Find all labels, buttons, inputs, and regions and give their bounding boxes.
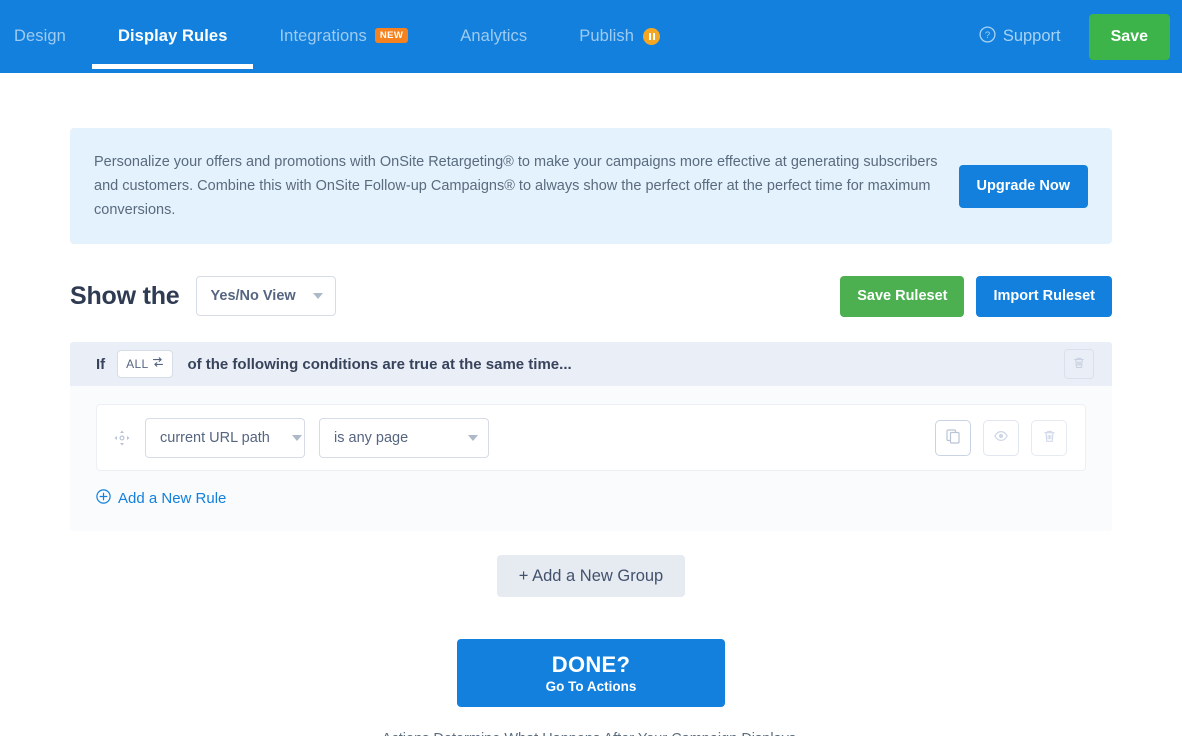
page-title: Show the bbox=[70, 281, 180, 310]
tab-publish-label: Publish bbox=[579, 27, 635, 45]
chevron-down-icon bbox=[312, 293, 323, 299]
import-ruleset-button[interactable]: Import Ruleset bbox=[976, 275, 1112, 317]
tab-integrations[interactable]: Integrations NEW bbox=[253, 0, 434, 73]
condition-description: of the following conditions are true at … bbox=[187, 355, 572, 373]
question-circle-icon: ? bbox=[979, 25, 1003, 48]
upgrade-banner: Personalize your offers and promotions w… bbox=[70, 128, 1112, 244]
add-new-group-button[interactable]: + Add a New Group bbox=[496, 555, 686, 597]
condition-group-body: current URL path is any page Add a New R… bbox=[70, 386, 1112, 531]
done-section: DONE? Go To Actions Actions Determine Wh… bbox=[70, 639, 1112, 736]
condition-group-header: If ALL of the following conditions are t… bbox=[70, 342, 1112, 386]
move-arrows-icon[interactable] bbox=[111, 427, 133, 449]
chevron-down-icon bbox=[291, 434, 302, 441]
support-label: Support bbox=[1002, 27, 1061, 45]
add-new-rule-label: Add a New Rule bbox=[118, 490, 227, 507]
nav-tabs: Design Display Rules Integrations NEW An… bbox=[0, 0, 686, 73]
all-any-toggle-label: ALL bbox=[126, 357, 149, 371]
condition-group: If ALL of the following conditions are t… bbox=[70, 342, 1112, 531]
swap-arrows-icon bbox=[152, 355, 164, 373]
show-the-row: Show the Yes/No View Save Ruleset Import… bbox=[70, 271, 1112, 321]
duplicate-rule-button[interactable] bbox=[935, 419, 971, 456]
trash-icon bbox=[1072, 356, 1086, 373]
trash-icon bbox=[1042, 429, 1057, 447]
copy-icon bbox=[945, 428, 961, 447]
upgrade-now-button[interactable]: Upgrade Now bbox=[958, 164, 1088, 208]
if-label: If bbox=[96, 355, 106, 373]
tab-publish[interactable]: Publish bbox=[553, 0, 686, 73]
done-main-label: DONE? bbox=[551, 652, 631, 677]
new-badge: NEW bbox=[374, 28, 409, 43]
save-button[interactable]: Save bbox=[1088, 13, 1170, 60]
view-type-select-value: Yes/No View bbox=[210, 288, 296, 304]
add-new-rule-link[interactable]: Add a New Rule bbox=[96, 489, 226, 508]
top-bar-actions: ? Support Save bbox=[979, 0, 1182, 73]
add-group-row: + Add a New Group bbox=[70, 555, 1112, 597]
rule-field-select[interactable]: current URL path bbox=[145, 417, 305, 458]
rule-field-select-value: current URL path bbox=[160, 429, 270, 446]
support-link[interactable]: ? Support bbox=[979, 25, 1061, 48]
eye-icon bbox=[993, 428, 1009, 447]
tab-display-rules[interactable]: Display Rules bbox=[91, 0, 254, 73]
delete-group-button[interactable] bbox=[1064, 349, 1094, 379]
done-caption: Actions Determine What Happens After You… bbox=[382, 731, 800, 736]
preview-rule-button[interactable] bbox=[983, 419, 1019, 456]
page-content: Personalize your offers and promotions w… bbox=[0, 128, 1182, 736]
rule-operator-select[interactable]: is any page bbox=[319, 417, 489, 458]
delete-rule-button[interactable] bbox=[1031, 419, 1067, 456]
tab-design-label: Design bbox=[14, 27, 66, 45]
upgrade-banner-text: Personalize your offers and promotions w… bbox=[94, 154, 938, 218]
tab-analytics-label: Analytics bbox=[460, 27, 528, 45]
plus-circle-icon bbox=[96, 489, 118, 508]
top-navigation-bar: Design Display Rules Integrations NEW An… bbox=[0, 0, 1182, 73]
tab-integrations-label: Integrations bbox=[279, 27, 367, 45]
tab-design[interactable]: Design bbox=[0, 0, 92, 73]
svg-text:?: ? bbox=[985, 30, 990, 41]
rule-row: current URL path is any page bbox=[96, 404, 1086, 471]
tab-analytics[interactable]: Analytics bbox=[434, 0, 553, 73]
done-go-to-actions-button[interactable]: DONE? Go To Actions bbox=[457, 639, 725, 707]
pause-icon bbox=[643, 28, 661, 45]
chevron-down-icon bbox=[468, 434, 478, 441]
all-any-toggle[interactable]: ALL bbox=[117, 350, 174, 378]
rule-action-buttons bbox=[935, 419, 1067, 456]
view-type-select[interactable]: Yes/No View bbox=[195, 276, 336, 316]
save-ruleset-button[interactable]: Save Ruleset bbox=[840, 275, 965, 317]
ruleset-actions: Save Ruleset Import Ruleset bbox=[840, 275, 1112, 317]
rule-operator-select-value: is any page bbox=[334, 429, 409, 446]
tab-display-rules-label: Display Rules bbox=[117, 27, 228, 45]
done-sub-label: Go To Actions bbox=[545, 679, 637, 694]
